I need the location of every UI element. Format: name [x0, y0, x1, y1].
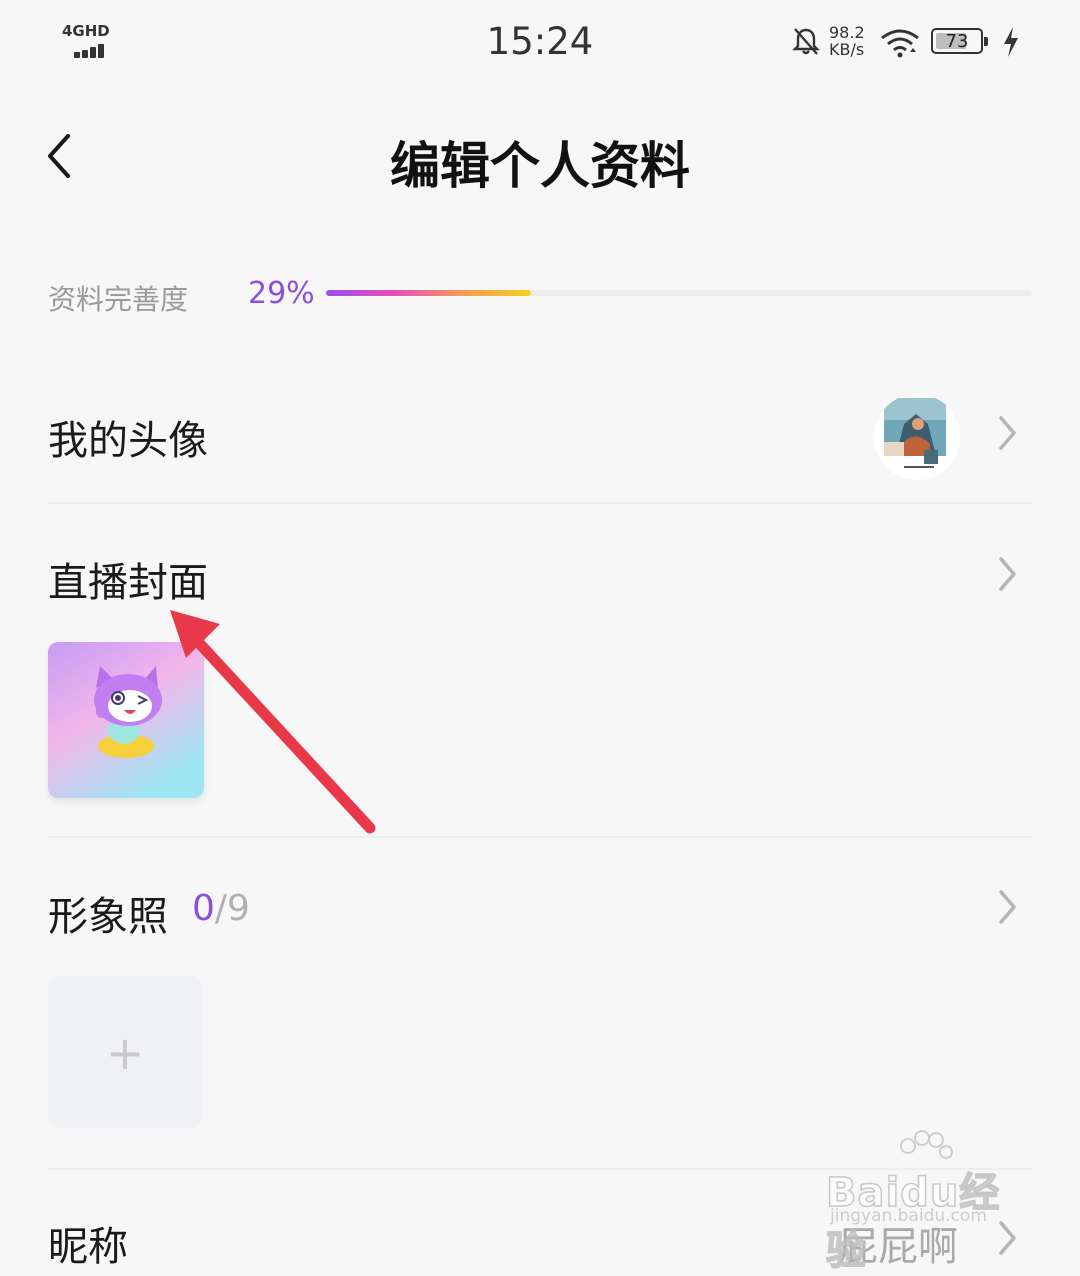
- watermark-domain: jingyan.baidu.com: [830, 1206, 987, 1226]
- annotation-arrow-icon: [170, 610, 376, 834]
- nickname-row-label[interactable]: 昵称: [48, 1214, 128, 1272]
- bell-off-icon: [792, 28, 820, 55]
- battery-icon: 73: [931, 28, 988, 54]
- plus-icon: +: [105, 1026, 145, 1080]
- baidu-watermark: Baidu经验 jingyan.baidu.com: [825, 1130, 1026, 1275]
- photos-row-label[interactable]: 形象照: [48, 884, 168, 942]
- completeness-label: 资料完善度: [48, 283, 189, 316]
- divider: [48, 502, 1032, 504]
- speed-unit: KB/s: [829, 40, 865, 59]
- avatar-chevron-right-icon[interactable]: [996, 413, 1020, 453]
- avatar-row-label[interactable]: 我的头像: [48, 408, 208, 466]
- add-photo-button[interactable]: +: [48, 976, 202, 1128]
- completeness-progress-fill: [326, 290, 531, 296]
- wifi-icon: [881, 29, 919, 58]
- completeness-percent: 29%: [248, 276, 315, 311]
- photos-count-current: 0: [192, 888, 215, 929]
- photos-chevron-right-icon[interactable]: [996, 887, 1020, 927]
- network-speed: 98.2 KB/s: [829, 24, 865, 58]
- avatar-image: [884, 398, 946, 468]
- completeness-progress-bar: [326, 290, 1032, 296]
- page-title: 编辑个人资料: [390, 137, 690, 195]
- status-bar: 4GHD 15:24 98.2 KB/s 73: [0, 0, 1080, 90]
- avatar[interactable]: [874, 394, 960, 480]
- charging-icon: [1004, 27, 1018, 57]
- speed-value: 98.2: [829, 23, 865, 42]
- photos-count-total: /9: [214, 888, 250, 929]
- photos-count: 0/9: [192, 888, 250, 929]
- battery-level: 73: [945, 31, 969, 52]
- cover-chevron-right-icon[interactable]: [996, 554, 1020, 594]
